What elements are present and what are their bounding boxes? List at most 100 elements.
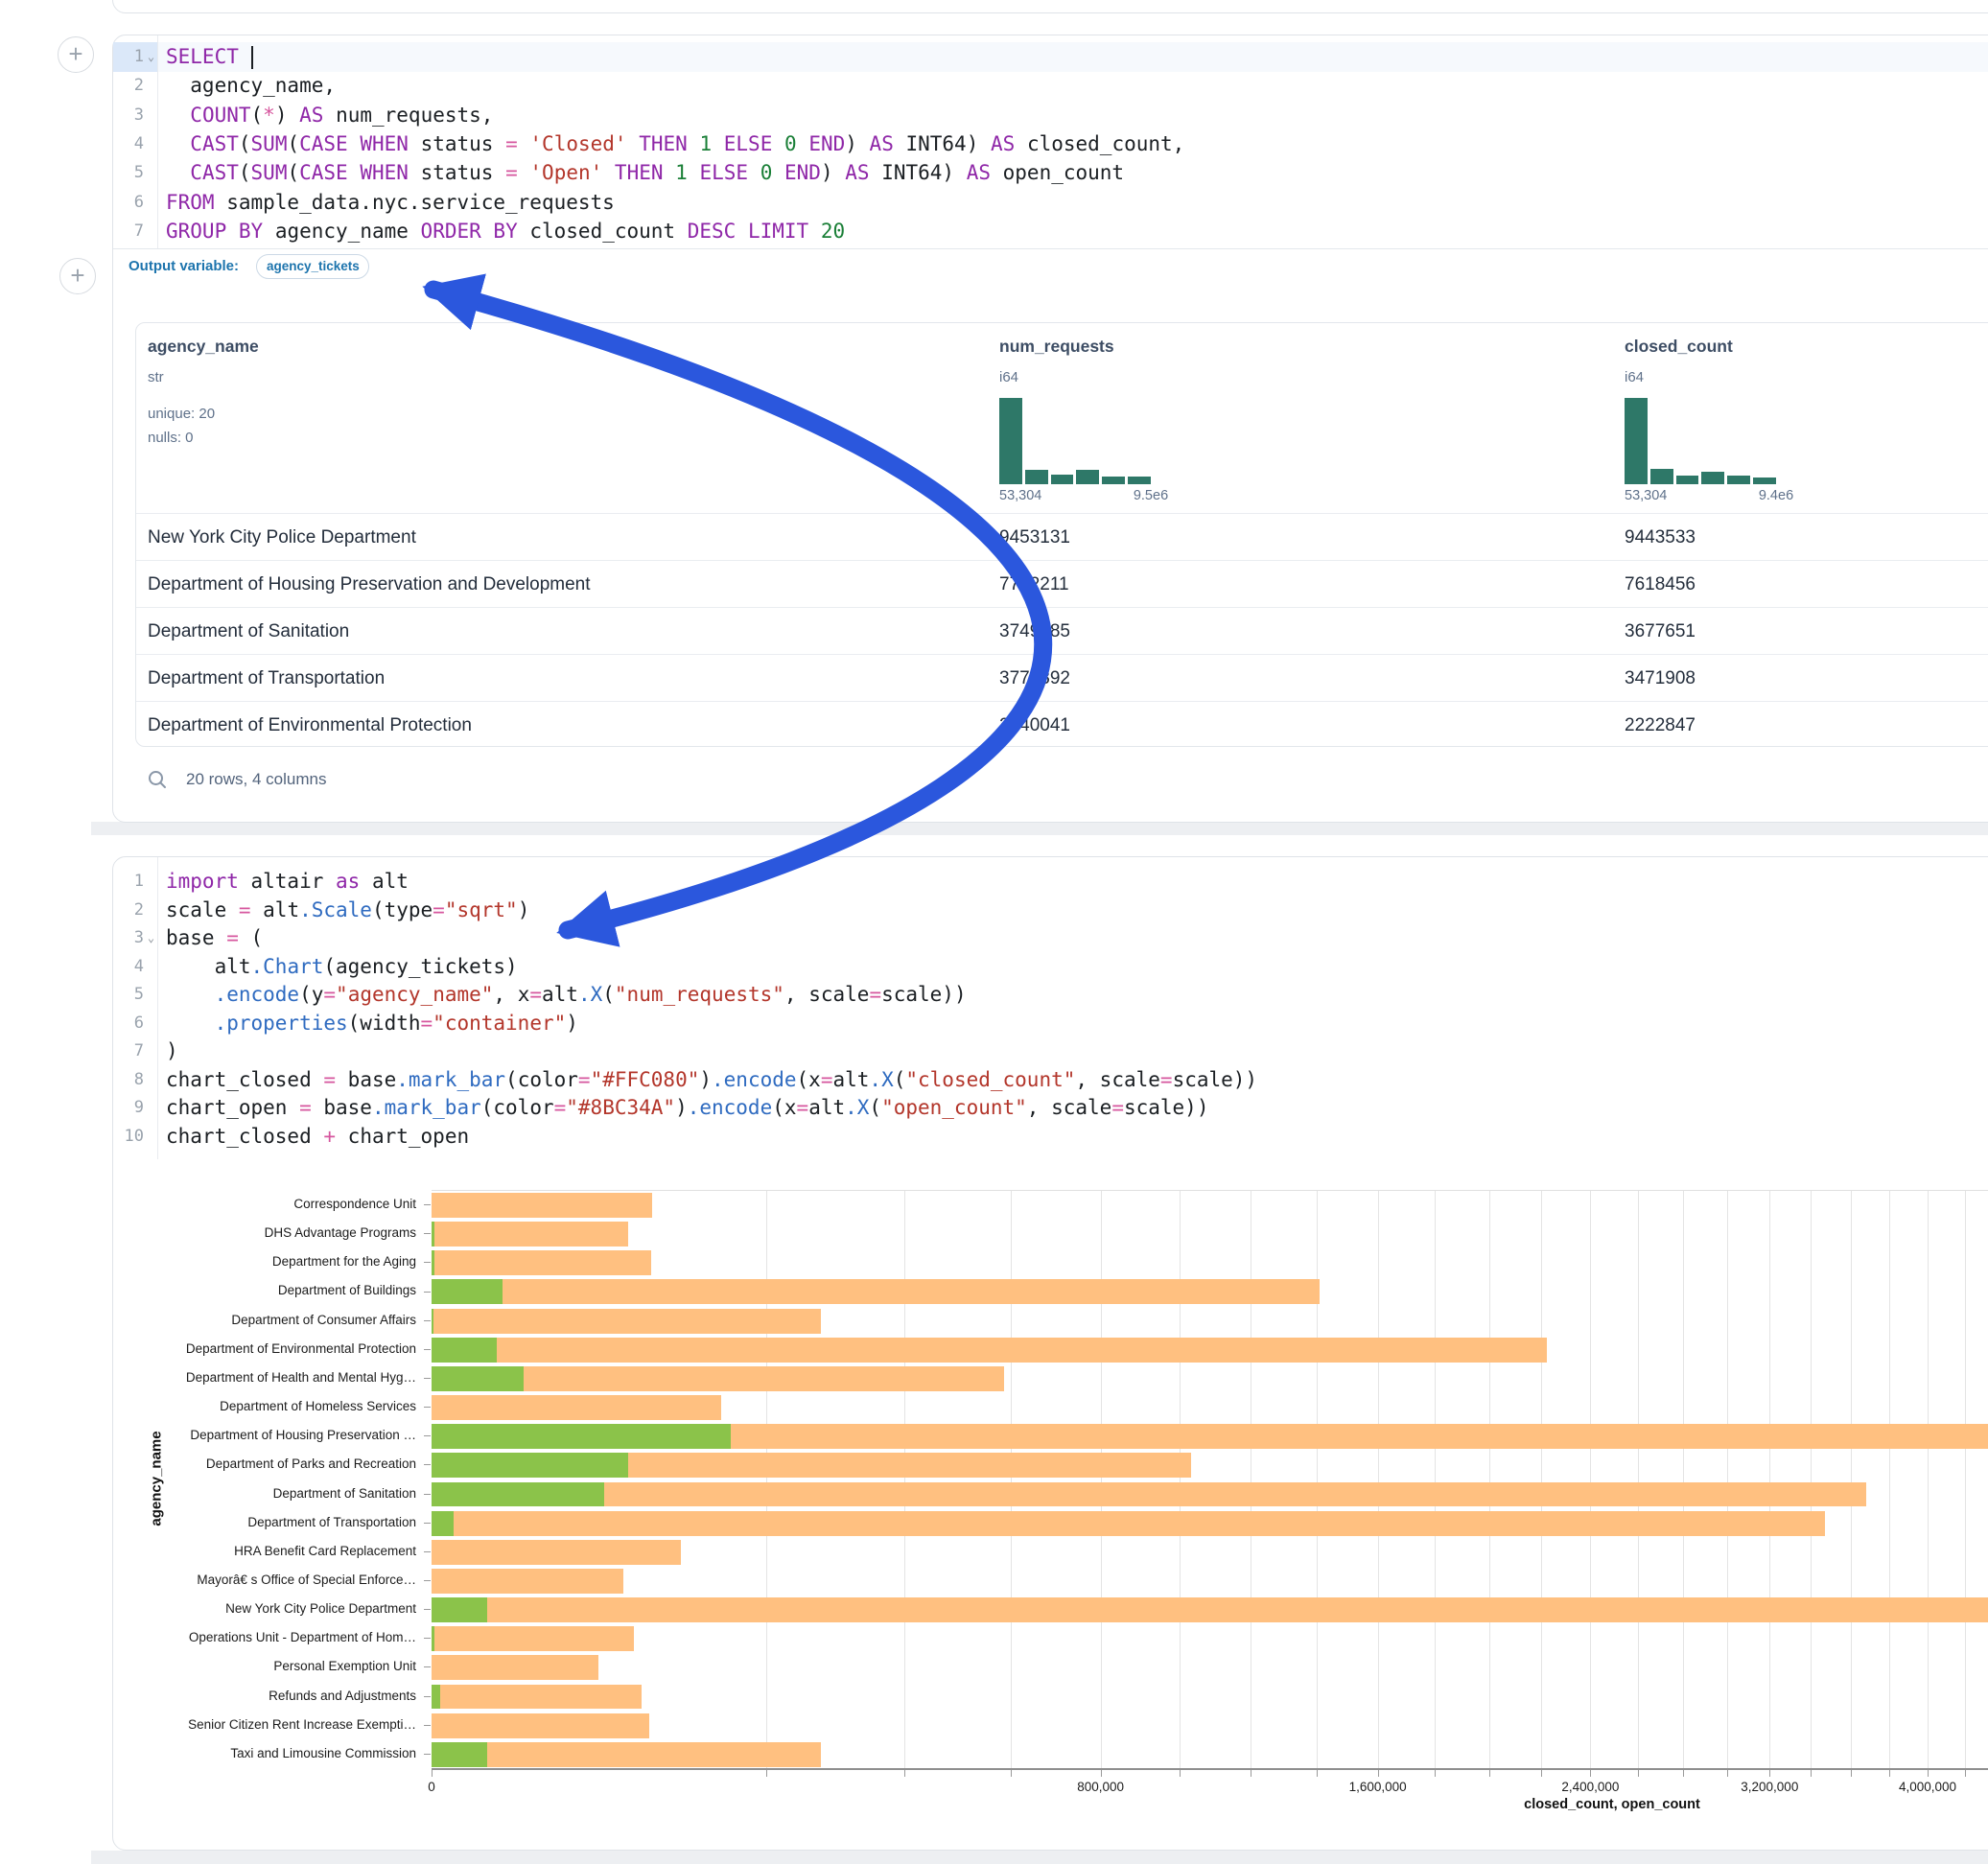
y-axis-category-label: Department of Consumer Affairs	[105, 1306, 416, 1335]
code-text: chart_open = base.mark_bar(color="#8BC34…	[158, 1094, 1208, 1123]
collapse-chevron-icon[interactable]: ⌄	[144, 42, 158, 71]
code-line[interactable]: 2scale = alt.Scale(type="sqrt")	[113, 897, 1988, 925]
gridline	[1180, 1191, 1181, 1768]
line-number: 2	[113, 897, 144, 925]
gutter-spacer	[144, 897, 158, 925]
y-axis-category-label: Department of Transportation	[105, 1508, 416, 1537]
table-row[interactable]: Department of Transportation377489234719…	[136, 654, 1988, 701]
y-axis-category-label: Department of Buildings	[105, 1276, 416, 1305]
code-line[interactable]: 10 chart_closed + chart_open	[113, 1123, 1988, 1152]
previous-cell-partial	[112, 0, 1988, 13]
table-cell: 3749485	[999, 608, 1070, 655]
gridline	[1489, 1191, 1490, 1768]
add-cell-button[interactable]: +	[58, 36, 94, 73]
output-variable-bar: Output variable: agency_tickets	[113, 248, 1988, 284]
bar-closed_count	[432, 1540, 681, 1565]
gridline	[1965, 1191, 1966, 1768]
code-text: FROM sample_data.nyc.service_requests	[158, 188, 615, 217]
y-axis-tick	[424, 1320, 431, 1321]
y-axis-category-label: Department for the Aging	[105, 1247, 416, 1276]
gridline	[1435, 1191, 1436, 1768]
code-line[interactable]: 5 CAST(SUM(CASE WHEN status = 'Open' THE…	[113, 158, 1988, 187]
table-row[interactable]: Department of Housing Preservation and D…	[136, 560, 1988, 607]
column-header[interactable]: num_requests	[999, 337, 1114, 357]
y-axis-category-label: Department of Homeless Services	[105, 1392, 416, 1421]
column-type: i64	[1625, 369, 1644, 385]
bar-open_count	[432, 1482, 604, 1507]
table-cell: Department of Environmental Protection	[148, 702, 472, 749]
gridline	[1928, 1191, 1929, 1768]
gridline	[1683, 1191, 1684, 1768]
sql-cell-card: 1⌄SELECT 2 agency_name,3 COUNT(*) AS num…	[112, 35, 1988, 823]
code-text: .properties(width="container")	[158, 1010, 578, 1038]
code-line[interactable]: 3⌄base = (	[113, 924, 1988, 953]
gutter-spacer	[144, 101, 158, 129]
code-line[interactable]: 7GROUP BY agency_name ORDER BY closed_co…	[113, 217, 1988, 245]
gridline	[1727, 1191, 1728, 1768]
x-axis-tick-label: 4,000,000	[1870, 1780, 1985, 1794]
bar-open_count	[432, 1685, 440, 1710]
y-axis-category-label: HRA Benefit Card Replacement	[105, 1537, 416, 1566]
bar-closed_count	[432, 1482, 1866, 1507]
gridline	[1590, 1191, 1591, 1768]
x-axis-tick	[432, 1770, 433, 1777]
gutter-spacer	[144, 1094, 158, 1123]
code-line[interactable]: 4 alt.Chart(agency_tickets)	[113, 953, 1988, 982]
output-variable-pill[interactable]: agency_tickets	[256, 254, 369, 279]
table-cell: 2222847	[1625, 702, 1696, 749]
table-row[interactable]: Department of Sanitation37494853677651	[136, 607, 1988, 654]
line-number: 7	[113, 217, 144, 245]
gridline	[1811, 1191, 1812, 1768]
bar-closed_count	[432, 1222, 628, 1247]
column-header[interactable]: agency_name	[148, 337, 259, 357]
code-text: chart_closed + chart_open	[158, 1123, 469, 1152]
gridline	[1011, 1191, 1012, 1768]
table-cell: 3677651	[1625, 608, 1696, 655]
column-header[interactable]: closed_count	[1625, 337, 1733, 357]
python-cell-card: 1import altair as alt2scale = alt.Scale(…	[112, 856, 1988, 1851]
code-text: base = (	[158, 924, 263, 953]
bar-closed_count	[432, 1338, 1547, 1363]
code-line[interactable]: 5 .encode(y="agency_name", x=alt.X("num_…	[113, 981, 1988, 1010]
histogram-bar	[1128, 477, 1151, 484]
y-axis-category-label: Taxi and Limousine Commission	[105, 1739, 416, 1768]
bar-open_count	[432, 1279, 503, 1304]
code-line[interactable]: 6FROM sample_data.nyc.service_requests	[113, 188, 1988, 217]
search-icon[interactable]	[147, 769, 168, 795]
add-cell-button[interactable]: +	[59, 258, 96, 294]
line-number: 9	[113, 1094, 144, 1123]
table-row[interactable]: New York City Police Department945313194…	[136, 513, 1988, 560]
table-cell: 9453131	[999, 514, 1070, 561]
gridline	[1378, 1191, 1379, 1768]
code-line[interactable]: 9 chart_open = base.mark_bar(color="#8BC3…	[113, 1094, 1988, 1123]
code-line[interactable]: 8chart_closed = base.mark_bar(color="#FF…	[113, 1066, 1988, 1095]
line-number: 5	[113, 981, 144, 1010]
code-line[interactable]: 3 COUNT(*) AS num_requests,	[113, 101, 1988, 129]
bar-open_count	[432, 1453, 628, 1478]
line-number: 1	[113, 868, 144, 897]
x-axis-tick	[1101, 1770, 1102, 1777]
bar-closed_count	[432, 1597, 1988, 1622]
column-type: str	[148, 369, 164, 385]
code-line[interactable]: 1import altair as alt	[113, 868, 1988, 897]
y-axis-tick	[424, 1435, 431, 1436]
y-axis-tick	[424, 1523, 431, 1524]
code-line[interactable]: 7)	[113, 1037, 1988, 1066]
code-line[interactable]: 6 .properties(width="container")	[113, 1010, 1988, 1038]
collapse-chevron-icon[interactable]: ⌄	[144, 924, 158, 953]
line-number: 10	[113, 1123, 144, 1152]
y-axis-category-label: Mayorâ€ s Office of Special Enforce…	[105, 1566, 416, 1595]
line-number: 1	[113, 42, 144, 71]
y-axis-category-label: Department of Environmental Protection	[105, 1335, 416, 1363]
code-line[interactable]: 2 agency_name,	[113, 71, 1988, 100]
table-row[interactable]: Department of Environmental Protection 22…	[136, 701, 1988, 748]
code-text: SELECT	[158, 42, 253, 71]
code-line[interactable]: 4 CAST(SUM(CASE WHEN status = 'Closed' T…	[113, 129, 1988, 158]
y-axis-tick	[424, 1233, 431, 1234]
plus-icon: +	[68, 39, 82, 68]
column-stat-unique: unique: 20	[148, 406, 215, 422]
code-line[interactable]: 1⌄SELECT	[113, 42, 1988, 71]
line-number: 6	[113, 1010, 144, 1038]
table-cell: 3774892	[999, 655, 1070, 702]
bar-open_count	[432, 1366, 524, 1391]
